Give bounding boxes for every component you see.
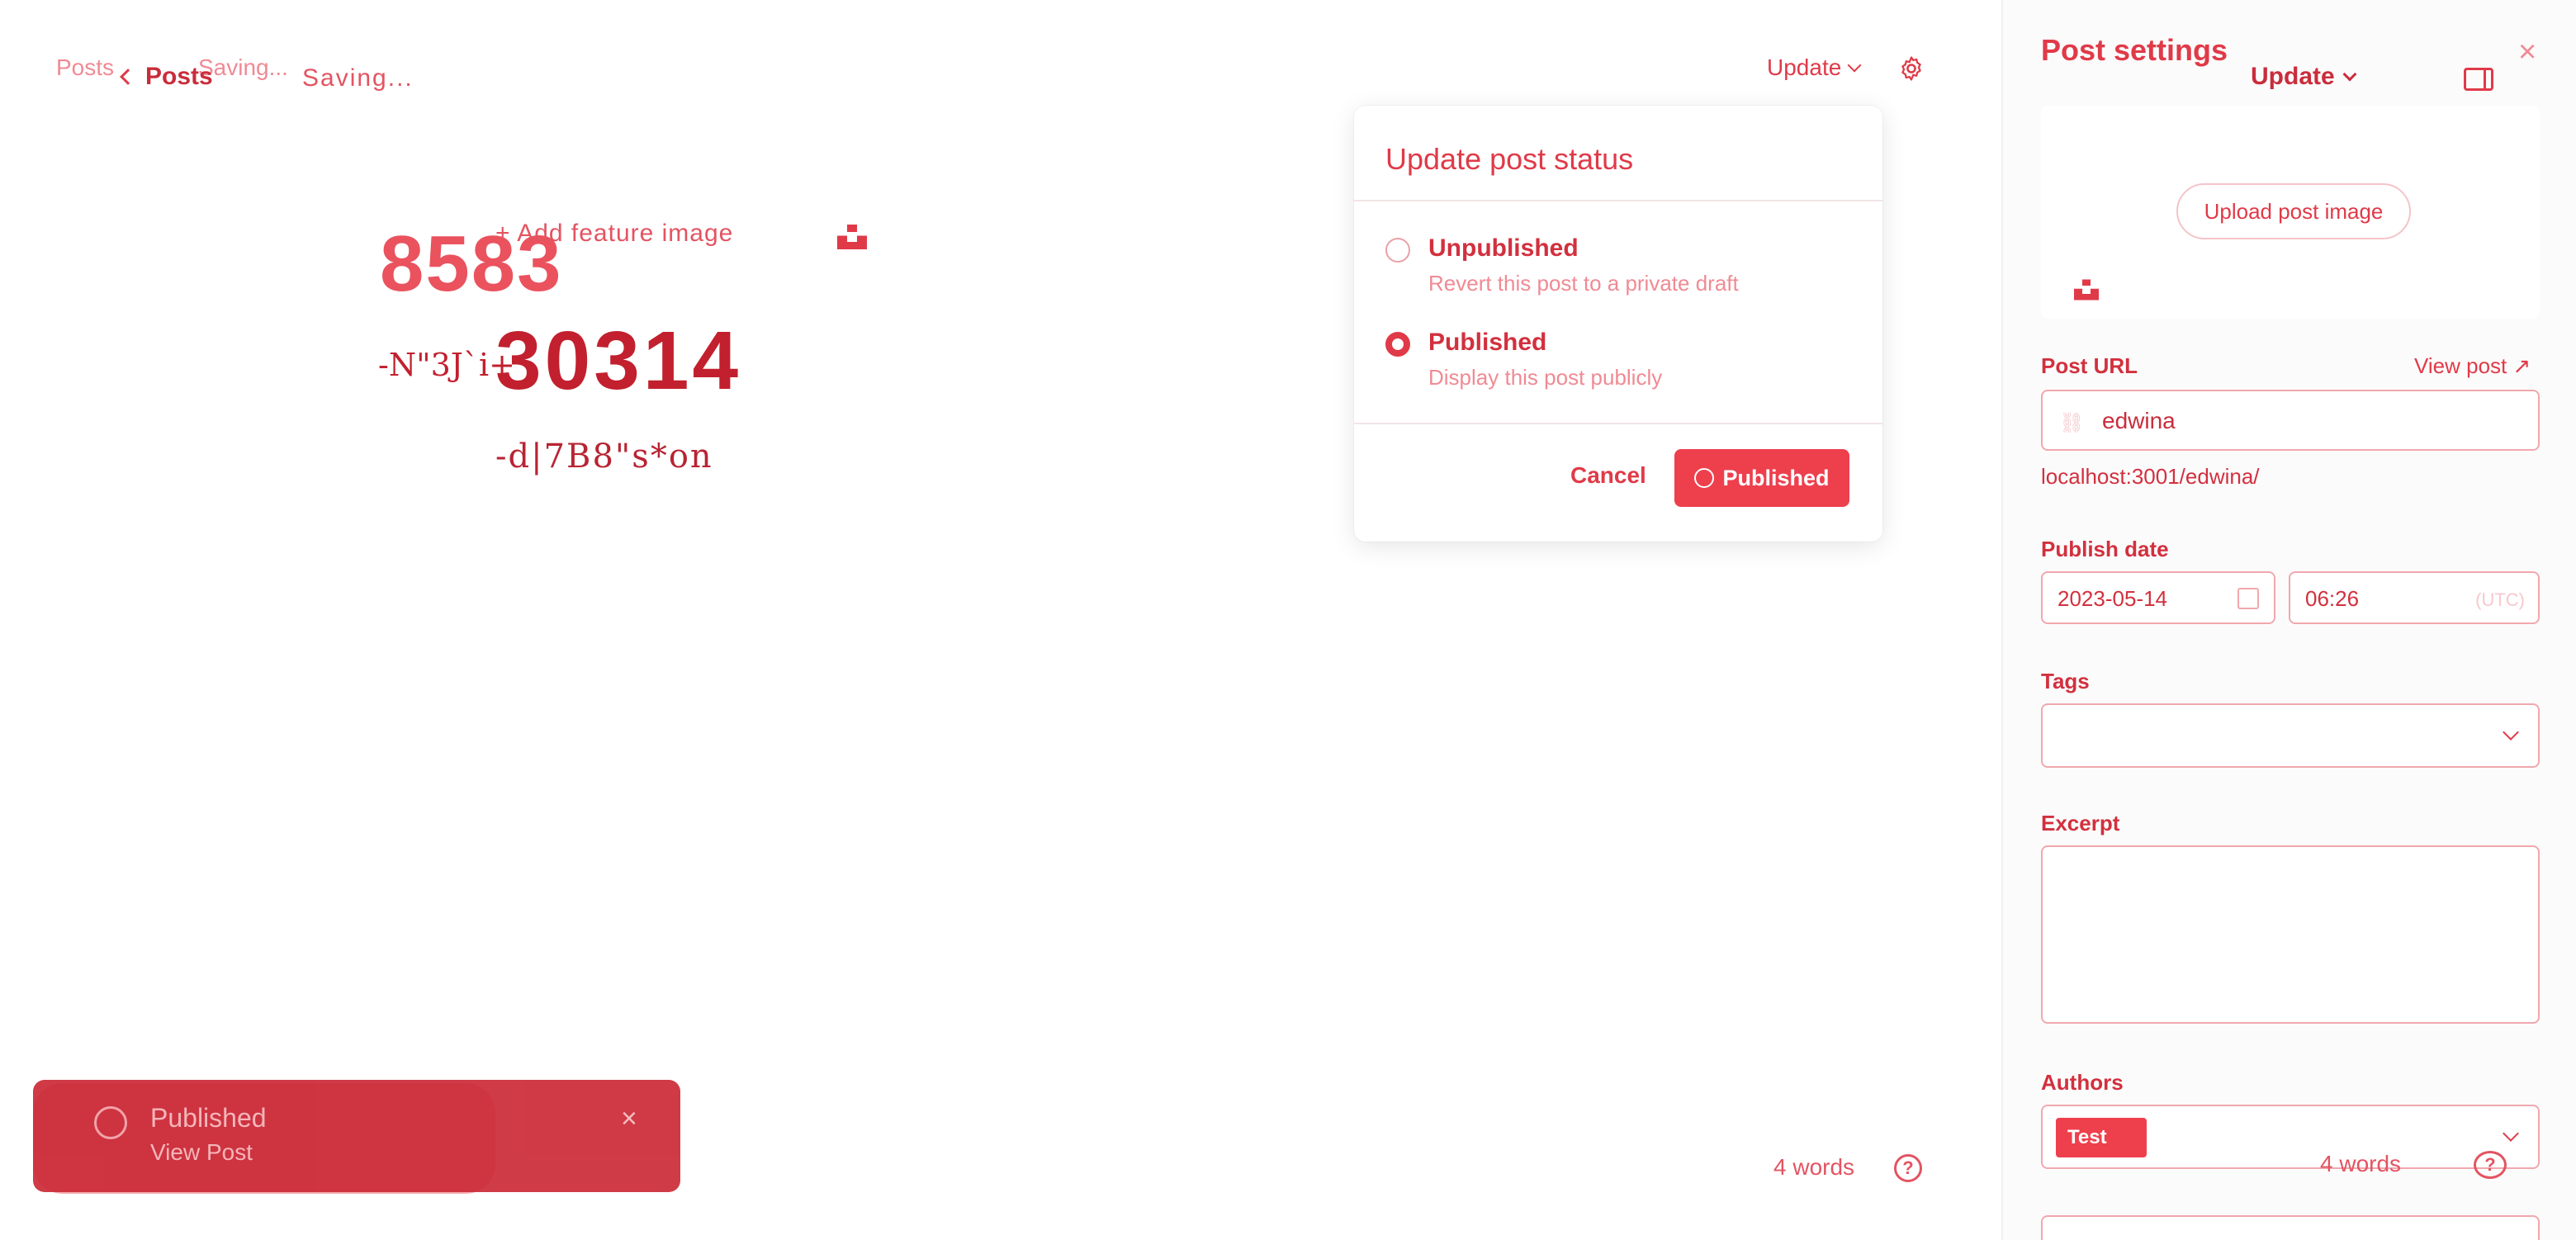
time-value: 06:26 [2305, 586, 2360, 611]
status-option-published[interactable]: Published Display this post publicly [1385, 329, 1662, 390]
divider [1354, 200, 1882, 201]
published-button-label: Published [1722, 465, 1830, 490]
published-button[interactable]: Published [1674, 449, 1849, 507]
check-circle-icon [1694, 468, 1715, 488]
post-image-box: Upload post image [2041, 106, 2540, 319]
calendar-icon[interactable] [2237, 588, 2259, 609]
update-button[interactable]: Update [1767, 54, 1862, 81]
question-circle-icon[interactable]: ? [1894, 1154, 1922, 1182]
authors-select[interactable]: Test [2041, 1105, 2540, 1169]
excerpt-textarea[interactable] [2041, 845, 2540, 1024]
post-url-value: edwina [2102, 408, 2176, 433]
option-label: Unpublished [1428, 234, 1579, 262]
publish-date-label: Publish date [2041, 537, 2169, 561]
ghost-breadcrumb: Posts [56, 54, 114, 81]
option-description: Display this post publicly [1428, 365, 1663, 390]
option-label: Published [1428, 329, 1547, 356]
notification-toast: Published View Post × [33, 1080, 680, 1192]
ghost-back-label: Posts [56, 54, 115, 80]
date-value: 2023-05-14 [2057, 586, 2167, 611]
update-label: Update [1767, 54, 1842, 80]
settings-title: Post settings [2041, 33, 2228, 67]
unsplash-icon[interactable] [837, 225, 867, 249]
post-url-hint: localhost:3001/edwina/ [2041, 464, 2260, 489]
publish-date-input[interactable]: 2023-05-14 [2041, 571, 2275, 624]
post-url-label: Post URL [2041, 353, 2138, 378]
settings-update-button[interactable]: Update [2251, 63, 2357, 91]
post-body-text[interactable]: -d|7B8"s*on [495, 438, 713, 476]
chevron-down-icon [2503, 724, 2519, 741]
post-url-input[interactable]: ⛓ edwina [2041, 390, 2540, 451]
update-label: Update [2251, 63, 2335, 90]
author-chip[interactable]: Test [2056, 1118, 2147, 1157]
close-toast-button[interactable]: × [621, 1103, 637, 1135]
publish-time-input[interactable]: 06:26 (UTC) [2289, 571, 2540, 624]
word-count-ghost: 4 words [2320, 1151, 2402, 1176]
timezone-label: (UTC) [2475, 589, 2525, 610]
view-post-link[interactable]: View post ↗ [2414, 353, 2531, 379]
update-status-popover: Update post status Unpublished Revert th… [1354, 106, 1882, 542]
check-circle-icon [94, 1106, 127, 1139]
unsplash-icon[interactable] [2074, 279, 2099, 301]
chevron-down-icon [2503, 1125, 2519, 1142]
popover-title: Update post status [1385, 142, 1634, 176]
status-option-unpublished[interactable]: Unpublished Revert this post to a privat… [1385, 234, 1739, 296]
upload-post-image-button[interactable]: Upload post image [2176, 183, 2411, 239]
toast-title: Published [150, 1103, 267, 1133]
back-to-posts-link[interactable]: Posts [120, 63, 213, 91]
tags-label: Tags [2041, 669, 2090, 693]
chevron-down-icon [1847, 58, 1862, 73]
chevron-left-icon [120, 69, 136, 85]
editor-area: Posts Saving... Posts Saving... Update 8… [0, 0, 2001, 1240]
option-description: Revert this post to a private draft [1428, 271, 1739, 296]
radio-unpublished[interactable] [1385, 238, 1410, 263]
authors-label: Authors [2041, 1070, 2124, 1095]
cancel-button[interactable]: Cancel [1570, 462, 1646, 489]
back-label: Posts [145, 63, 213, 90]
post-settings-panel: Post settings × Update Upload post image… [2001, 0, 2576, 1240]
link-icon: ⛓ [2059, 412, 2085, 434]
divider [1354, 423, 1882, 424]
view-post-link[interactable]: View Post [150, 1139, 253, 1166]
chevron-down-icon [2342, 67, 2357, 82]
saving-status: Saving... [302, 64, 414, 92]
post-title[interactable]: 30314 [495, 314, 741, 409]
question-circle-icon[interactable]: ? [2474, 1151, 2507, 1179]
add-feature-image-button[interactable]: + Add feature image [495, 220, 733, 248]
gear-icon[interactable] [1897, 54, 1925, 83]
radio-published[interactable] [1385, 332, 1410, 357]
close-settings-button[interactable]: × [2518, 35, 2536, 70]
sidebar-toggle-icon[interactable] [2464, 68, 2493, 91]
excerpt-label: Excerpt [2041, 811, 2120, 835]
word-count: 4 words [1773, 1154, 1855, 1180]
tags-select[interactable] [2041, 703, 2540, 768]
next-field-input[interactable] [2041, 1215, 2540, 1240]
